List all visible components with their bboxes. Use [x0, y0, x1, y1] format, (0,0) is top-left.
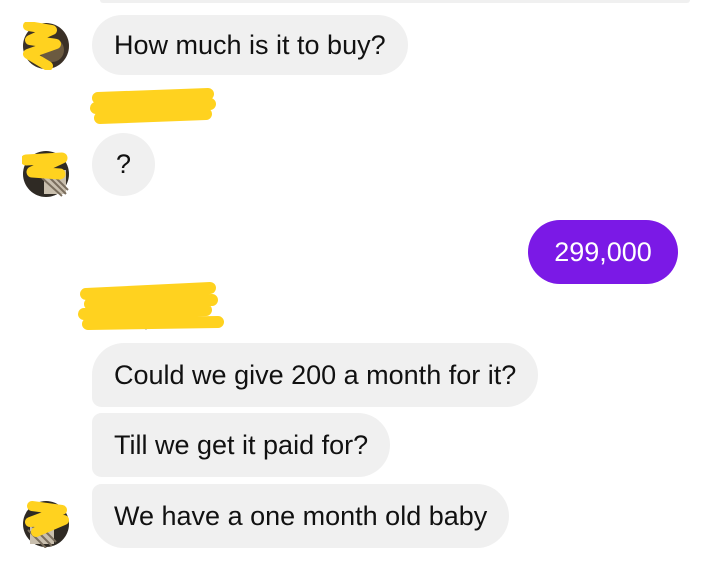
message-text: 299,000: [554, 236, 652, 267]
incoming-message[interactable]: Could we give 200 a month for it?: [92, 343, 539, 407]
incoming-message[interactable]: How much is it to buy?: [92, 15, 408, 75]
message-text: We have a one month old baby: [114, 500, 488, 531]
message-text: How much is it to buy?: [114, 29, 386, 60]
message-text: Could we give 200 a month for it?: [114, 359, 517, 390]
incoming-message[interactable]: ?: [92, 133, 155, 196]
message-text: ?: [115, 149, 132, 179]
avatar-icon[interactable]: [22, 22, 70, 70]
redacted-sender-name: [90, 88, 220, 130]
previous-message-bubble: [100, 0, 690, 3]
incoming-message[interactable]: We have a one month old baby: [92, 484, 510, 548]
avatar-icon[interactable]: [22, 150, 70, 198]
incoming-message[interactable]: Till we get it paid for?: [92, 413, 391, 477]
redacted-sender-name: [78, 280, 228, 336]
avatar-icon[interactable]: [22, 500, 70, 548]
outgoing-message[interactable]: 299,000: [528, 220, 678, 284]
message-text: Till we get it paid for?: [114, 429, 369, 460]
